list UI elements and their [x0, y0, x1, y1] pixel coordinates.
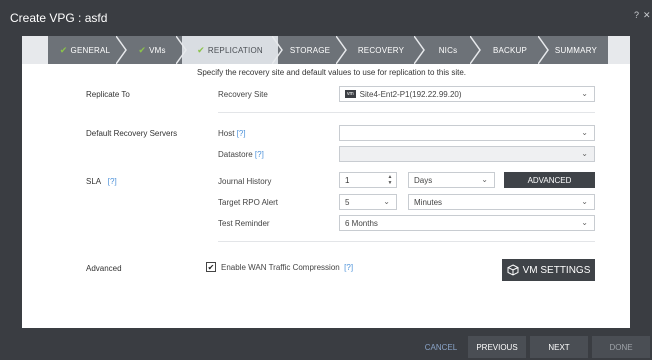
next-button[interactable]: NEXT [530, 336, 588, 358]
recovery-site-select[interactable]: vm Site4-Ent2-P1(192.22.99.20) ⌄ [339, 86, 595, 102]
tab-summary[interactable]: SUMMARY [544, 36, 608, 64]
journal-unit-value: Days [414, 175, 433, 185]
replication-panel: Specify the recovery site and default va… [22, 64, 630, 328]
previous-button[interactable]: PREVIOUS [468, 336, 526, 358]
check-icon: ✔ [138, 44, 147, 55]
intro-text: Specify the recovery site and default va… [197, 68, 467, 77]
tab-general[interactable]: ✔ GENERAL [48, 36, 122, 64]
vm-settings-button[interactable]: VM SETTINGS [502, 259, 595, 281]
window-title: Create VPG : asfd [10, 11, 108, 25]
step-chevron-icon [336, 36, 347, 64]
title-bar: Create VPG : asfd ? ✕ [0, 0, 652, 36]
datastore-label: Datastore [?] [218, 150, 264, 159]
test-reminder-label: Test Reminder [218, 219, 270, 228]
wizard-steps: ✔ GENERAL ✔ VMs ✔ REPLICATION STORAGE RECOV… [22, 36, 630, 64]
step-chevron-icon [272, 36, 283, 64]
test-reminder-select[interactable]: 6 Months ⌄ [339, 215, 595, 231]
wan-compression-label: Enable WAN Traffic Compression [?] [221, 263, 354, 272]
replicate-to-label: Replicate To [86, 90, 130, 99]
tab-storage[interactable]: STORAGE [278, 36, 342, 64]
vm-icon: vm [345, 90, 356, 98]
chevron-down-icon: ⌄ [383, 197, 390, 206]
step-chevron-icon [538, 36, 549, 64]
advanced-button[interactable]: ADVANCED [504, 172, 595, 188]
sla-help-link[interactable]: [?] [108, 177, 117, 186]
host-select[interactable]: ⌄ [339, 125, 595, 141]
chevron-down-icon: ⌄ [581, 218, 588, 227]
tab-vms[interactable]: ✔ VMs [122, 36, 182, 64]
journal-history-label: Journal History [218, 177, 272, 186]
tab-backup[interactable]: BACKUP [476, 36, 544, 64]
chevron-down-icon: ⌄ [481, 175, 488, 184]
advanced-label: Advanced [86, 264, 122, 273]
step-chevron-icon [470, 36, 481, 64]
spinner-arrows-icon[interactable]: ▲ ▼ [386, 174, 394, 186]
recovery-servers-label: Default Recovery Servers [86, 129, 178, 138]
journal-unit-select[interactable]: Days ⌄ [408, 172, 495, 188]
datastore-help-link[interactable]: [?] [255, 150, 264, 159]
cube-icon [507, 264, 519, 276]
divider [218, 241, 595, 242]
help-icon[interactable]: ? [634, 10, 639, 20]
rpo-unit-select[interactable]: Minutes ⌄ [408, 194, 595, 210]
test-reminder-value: 6 Months [345, 218, 378, 228]
divider [218, 112, 595, 113]
journal-history-value: 1 [345, 175, 350, 185]
rpo-value: 5 [345, 197, 350, 207]
check-icon: ✔ [197, 44, 205, 55]
rpo-unit-value: Minutes [414, 197, 443, 207]
chevron-down-icon: ⌄ [581, 128, 588, 137]
host-help-link[interactable]: [?] [237, 129, 246, 138]
wan-compression-checkbox[interactable]: ✔ [206, 262, 216, 272]
tab-recovery[interactable]: RECOVERY [342, 36, 420, 64]
sla-label: SLA [?] [86, 177, 117, 186]
step-chevron-icon [414, 36, 425, 64]
chevron-down-icon: ⌄ [581, 149, 588, 158]
tab-replication[interactable]: ✔ REPLICATION [182, 36, 278, 64]
tab-nics[interactable]: NICs [420, 36, 476, 64]
journal-history-input[interactable]: 1 ▲ ▼ [339, 172, 397, 188]
recovery-site-label: Recovery Site [218, 90, 268, 99]
datastore-select[interactable]: ⌄ [339, 146, 595, 162]
step-chevron-icon [116, 36, 127, 64]
host-label: Host [?] [218, 129, 246, 138]
close-icon[interactable]: ✕ [643, 10, 651, 21]
target-rpo-label: Target RPO Alert [218, 198, 279, 207]
check-icon: ✔ [59, 44, 68, 55]
done-button[interactable]: DONE [592, 336, 650, 358]
chevron-down-icon: ⌄ [581, 89, 588, 98]
wan-help-link[interactable]: [?] [344, 263, 353, 272]
step-chevron-icon [176, 36, 187, 64]
cancel-button[interactable]: CANCEL [418, 336, 464, 358]
chevron-down-icon: ⌄ [581, 197, 588, 206]
recovery-site-value: Site4-Ent2-P1(192.22.99.20) [359, 89, 462, 99]
rpo-value-select[interactable]: 5 ⌄ [339, 194, 397, 210]
